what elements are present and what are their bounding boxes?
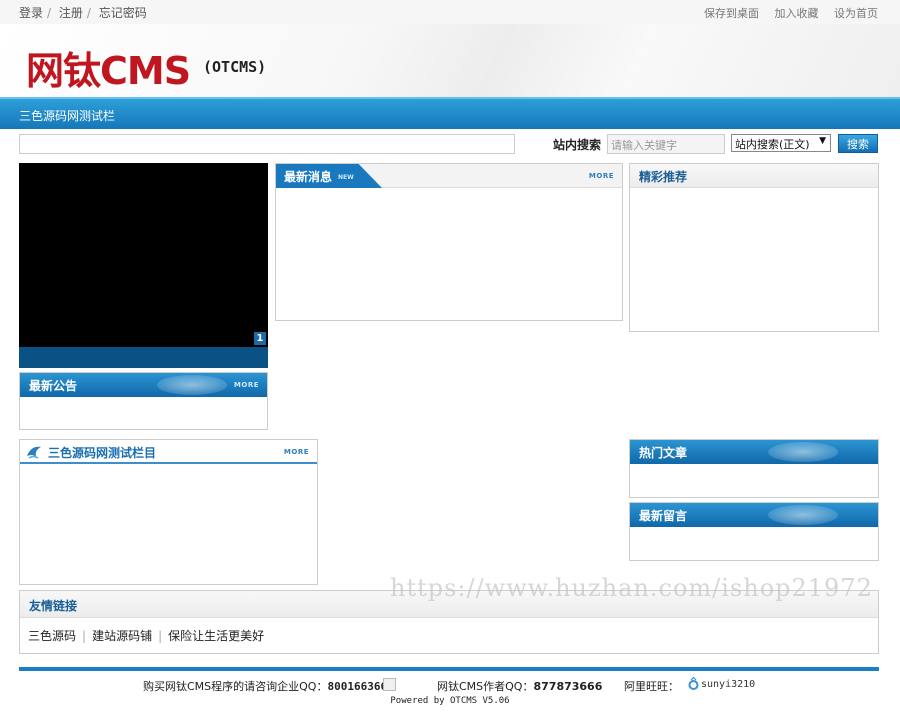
search-button[interactable]: 搜索: [838, 134, 878, 153]
separator: |: [82, 629, 87, 643]
featured-panel: 精彩推荐: [629, 163, 879, 332]
separator: /: [86, 6, 91, 20]
separator: |: [158, 629, 163, 643]
top-bar: 登录 / 注册 / 忘记密码 保存到桌面 加入收藏 设为首页: [0, 0, 900, 24]
search-type-select[interactable]: 站内搜索(正文) ▼: [731, 134, 831, 152]
notice-panel: 最新公告 MORE: [19, 372, 268, 430]
add-favorite-link[interactable]: 加入收藏: [775, 7, 819, 20]
panel-header: 最新公告 MORE: [20, 373, 267, 397]
more-link[interactable]: MORE: [234, 381, 259, 389]
main-nav: 三色源码网测试栏: [0, 97, 900, 129]
panel-title: 精彩推荐: [639, 170, 688, 184]
panel-title: 最新留言: [639, 509, 688, 523]
panel-header: 热门文章: [630, 440, 878, 464]
search-label: 站内搜索: [553, 138, 602, 152]
image-slider[interactable]: 1: [19, 163, 268, 368]
marquee-box: [19, 134, 515, 154]
buy-contact: 购买网钛CMS程序的请咨询企业QQ：800166366: [143, 678, 387, 694]
more-link[interactable]: MORE: [284, 448, 309, 456]
friend-link[interactable]: 建站源码铺: [92, 629, 152, 643]
new-badge: NEW: [338, 174, 354, 181]
qq-image-icon[interactable]: [383, 678, 396, 691]
register-link[interactable]: 注册: [59, 6, 83, 20]
friend-link[interactable]: 保险让生活更美好: [168, 629, 264, 643]
site-logo-subtitle: (OTCMS): [203, 58, 267, 76]
buy-contact-label: 购买网钛CMS程序的请咨询企业QQ：: [143, 680, 328, 693]
powered-by: Powered by OTCMS V5.06: [390, 696, 510, 706]
author-contact-label: 网钛CMS作者QQ：: [437, 680, 534, 693]
friend-link[interactable]: 三色源码: [28, 629, 76, 643]
wangwang-icon[interactable]: [687, 677, 700, 691]
watermark-text: https://www.huzhan.com/ishop21972: [390, 574, 873, 602]
friend-links-list: 三色源码 | 建站源码铺 | 保险让生活更美好: [28, 627, 264, 644]
panel-header: 精彩推荐: [630, 164, 878, 188]
panel-header: 最新消息 NEW MORE: [276, 164, 622, 188]
more-link[interactable]: MORE: [589, 172, 614, 180]
latest-news-panel: 最新消息 NEW MORE: [275, 163, 623, 321]
site-footer: 购买网钛CMS程序的请咨询企业QQ：800166366 网钛CMS作者QQ：87…: [0, 676, 900, 696]
panel-header: 三色源码网测试栏目 MORE: [20, 440, 317, 464]
panel-title: 三色源码网测试栏目: [48, 446, 157, 460]
set-home-link[interactable]: 设为首页: [834, 7, 878, 20]
header-decoration: [768, 442, 838, 462]
hot-articles-panel: 热门文章: [629, 439, 879, 498]
column-bird-icon: [27, 446, 41, 459]
header-decoration: [157, 375, 227, 395]
slider-caption-bar: [19, 347, 268, 368]
panel-title: 最新公告: [29, 379, 78, 393]
separator: /: [47, 6, 52, 20]
nav-item-test-column[interactable]: 三色源码网测试栏: [19, 107, 115, 124]
login-link[interactable]: 登录: [19, 6, 43, 20]
wangwang-label: 阿里旺旺：: [624, 680, 679, 693]
column-panel: 三色源码网测试栏目 MORE: [19, 439, 318, 585]
site-header: 网钛CMS (OTCMS): [0, 24, 900, 97]
buy-qq-number: 800166366: [327, 680, 388, 693]
save-desktop-link[interactable]: 保存到桌面: [704, 7, 759, 20]
news-tab: 最新消息 NEW: [276, 164, 382, 188]
header-decoration: [768, 505, 838, 525]
slider-page-button[interactable]: 1: [254, 332, 266, 345]
account-links: 登录 / 注册 / 忘记密码: [19, 4, 151, 21]
search-bar: 站内搜索 请输入关键字 站内搜索(正文) ▼ 搜索: [19, 134, 879, 156]
forgot-password-link[interactable]: 忘记密码: [99, 6, 147, 20]
author-contact: 网钛CMS作者QQ：877873666: [437, 678, 602, 694]
panel-title: 最新消息: [284, 170, 333, 184]
panel-title: 友情链接: [29, 599, 78, 613]
search-input[interactable]: 请输入关键字: [607, 134, 725, 154]
wangwang-id[interactable]: sunyi3210: [701, 679, 755, 690]
search-type-value: 站内搜索(正文): [735, 138, 810, 151]
site-logo[interactable]: 网钛CMS: [26, 40, 191, 95]
latest-messages-panel: 最新留言: [629, 502, 879, 561]
site-actions: 保存到桌面 加入收藏 设为首页: [692, 5, 878, 21]
author-qq-number: 877873666: [533, 680, 603, 693]
panel-header: 最新留言: [630, 503, 878, 527]
footer-divider: [19, 667, 879, 671]
panel-title: 热门文章: [639, 446, 688, 460]
dropdown-arrow-icon: ▼: [819, 136, 826, 146]
